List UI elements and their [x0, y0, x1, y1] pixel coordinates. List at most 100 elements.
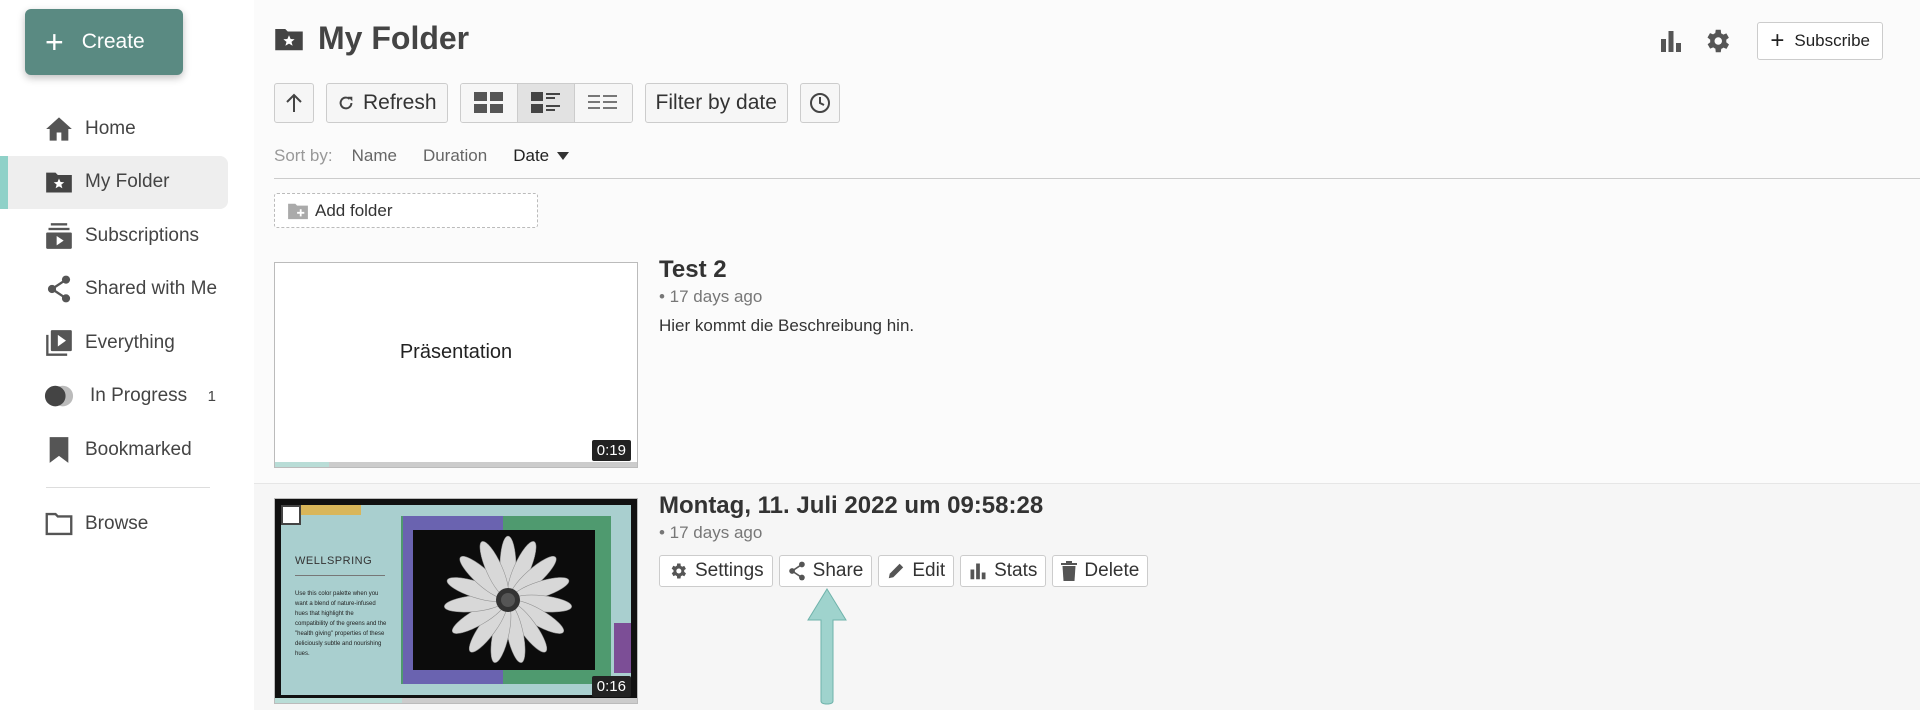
sidebar-item-subscriptions[interactable]: Subscriptions: [0, 209, 228, 263]
stats-label: Stats: [994, 560, 1038, 581]
session-row: WELLSPRING Use this color palette when y…: [254, 483, 1920, 710]
sidebar-item-in-progress[interactable]: In Progress 1: [0, 370, 228, 424]
sidebar-item-label: Everything: [85, 331, 175, 353]
sort-label: Sort by:: [274, 146, 333, 165]
sidebar-item-everything[interactable]: Everything: [0, 316, 228, 370]
sidebar-item-home[interactable]: Home: [0, 102, 228, 156]
arrow-up-icon: [285, 93, 303, 113]
create-label: Create: [81, 30, 145, 53]
folder-star-icon: [274, 26, 304, 52]
settings-label: Settings: [695, 560, 764, 581]
slide-accent-bar: [301, 505, 361, 515]
share-label: Share: [812, 560, 864, 581]
view-list-button[interactable]: [574, 84, 632, 122]
in-progress-count-badge: 1: [207, 387, 216, 405]
edit-button[interactable]: Edit: [878, 555, 955, 587]
create-button[interactable]: + Create: [25, 9, 183, 75]
session-row: Präsentation 0:19 Test 2 • 17 days ago H…: [254, 256, 1920, 483]
history-button[interactable]: [799, 83, 840, 123]
slide-purple-tab: [614, 623, 631, 673]
bookmark-icon: [44, 435, 74, 465]
gear-icon[interactable]: [1699, 23, 1735, 59]
session-thumbnail[interactable]: Präsentation 0:19: [274, 262, 638, 468]
progress-fill: [275, 462, 330, 467]
progress-fill: [275, 698, 402, 703]
delete-label: Delete: [1084, 560, 1140, 581]
detail-list-icon: [530, 92, 561, 114]
page-title: My Folder: [274, 20, 469, 57]
stats-icon: [969, 562, 987, 580]
thumbnail-slide-text: Präsentation: [399, 341, 513, 363]
clock-icon: [809, 92, 831, 114]
main-content: My Folder + Subscribe Refresh Filter by …: [254, 0, 1920, 710]
slide-heading: WELLSPRING: [295, 555, 373, 567]
view-detail-button[interactable]: [517, 84, 575, 122]
view-mode-toggle: [459, 83, 633, 123]
share-icon: [788, 561, 806, 581]
sidebar-divider: [46, 486, 210, 488]
subscribe-button[interactable]: + Subscribe: [1757, 22, 1883, 60]
sidebar-item-browse[interactable]: Browse: [0, 498, 228, 552]
add-folder-label: Add folder: [315, 200, 393, 220]
slide-body-text: Use this color palette when you want a b…: [295, 591, 387, 657]
sidebar-item-label: Subscriptions: [85, 224, 200, 246]
duration-badge: 0:19: [591, 440, 631, 461]
sidebar-nav: Home My Folder Subscriptions Shared with…: [0, 102, 228, 551]
arrow-up-icon: [805, 586, 849, 710]
folder-add-icon: [287, 202, 309, 220]
sidebar-item-my-folder[interactable]: My Folder: [0, 155, 228, 209]
filter-by-date-label: Filter by date: [655, 91, 777, 114]
sidebar: + Create Home My Folder Subscriptions Sh…: [0, 0, 254, 710]
delete-button[interactable]: Delete: [1052, 555, 1149, 587]
subscriptions-icon: [44, 221, 74, 251]
edit-label: Edit: [912, 560, 946, 581]
sidebar-item-shared-with-me[interactable]: Shared with Me: [0, 263, 228, 317]
up-folder-button[interactable]: [274, 83, 314, 123]
flower-image: [413, 530, 595, 670]
plus-icon: +: [1770, 27, 1785, 54]
folder-outline-icon: [44, 509, 74, 539]
sidebar-item-bookmarked[interactable]: Bookmarked: [0, 423, 228, 477]
select-checkbox[interactable]: [281, 505, 301, 525]
add-folder-button[interactable]: Add folder: [274, 193, 538, 228]
refresh-label: Refresh: [363, 91, 437, 114]
progress-track: [275, 462, 637, 467]
sidebar-item-label: Home: [85, 117, 136, 139]
stats-button[interactable]: Stats: [960, 555, 1047, 587]
folder-star-icon: [44, 167, 74, 197]
session-thumbnail[interactable]: WELLSPRING Use this color palette when y…: [274, 498, 638, 704]
page-title-text: My Folder: [318, 20, 470, 56]
session-age: • 17 days ago: [659, 523, 763, 542]
session-title[interactable]: Test 2: [659, 256, 727, 284]
subscribe-label: Subscribe: [1794, 31, 1870, 50]
sort-option-duration[interactable]: Duration: [423, 146, 487, 166]
pencil-icon: [887, 562, 905, 580]
sidebar-item-label: Bookmarked: [85, 438, 192, 460]
thumbnail-slide: WELLSPRING Use this color palette when y…: [281, 505, 631, 695]
view-grid-button[interactable]: [460, 84, 518, 122]
session-actions: Settings Share Edit Stats Delete: [659, 555, 1154, 587]
sort-option-date-label: Date: [513, 146, 550, 165]
grid-icon: [473, 92, 504, 114]
session-title[interactable]: Montag, 11. Juli 2022 um 09:58:28: [659, 492, 1043, 520]
sidebar-item-label: Browse: [85, 513, 149, 535]
session-age: • 17 days ago: [659, 287, 763, 306]
stats-icon[interactable]: [1653, 23, 1689, 59]
plus-icon: +: [45, 24, 64, 60]
sort-bar: Sort by: Name Duration Date: [274, 146, 595, 166]
sort-option-name[interactable]: Name: [352, 146, 397, 166]
refresh-button[interactable]: Refresh: [326, 83, 448, 123]
refresh-icon: [337, 94, 355, 112]
session-description: Hier kommt die Beschreibung hin.: [659, 316, 915, 335]
home-icon: [44, 114, 74, 144]
filter-by-date-button[interactable]: Filter by date: [644, 83, 788, 123]
caret-down-icon: [557, 152, 570, 160]
sidebar-item-label: Shared with Me: [85, 278, 218, 300]
slide-rule: [295, 575, 385, 576]
sidebar-item-label: In Progress: [90, 385, 188, 407]
sidebar-item-label: My Folder: [85, 171, 170, 193]
duration-badge: 0:16: [591, 676, 631, 697]
settings-button[interactable]: Settings: [659, 555, 773, 587]
share-button[interactable]: Share: [778, 555, 873, 587]
sort-option-date[interactable]: Date: [513, 146, 570, 166]
